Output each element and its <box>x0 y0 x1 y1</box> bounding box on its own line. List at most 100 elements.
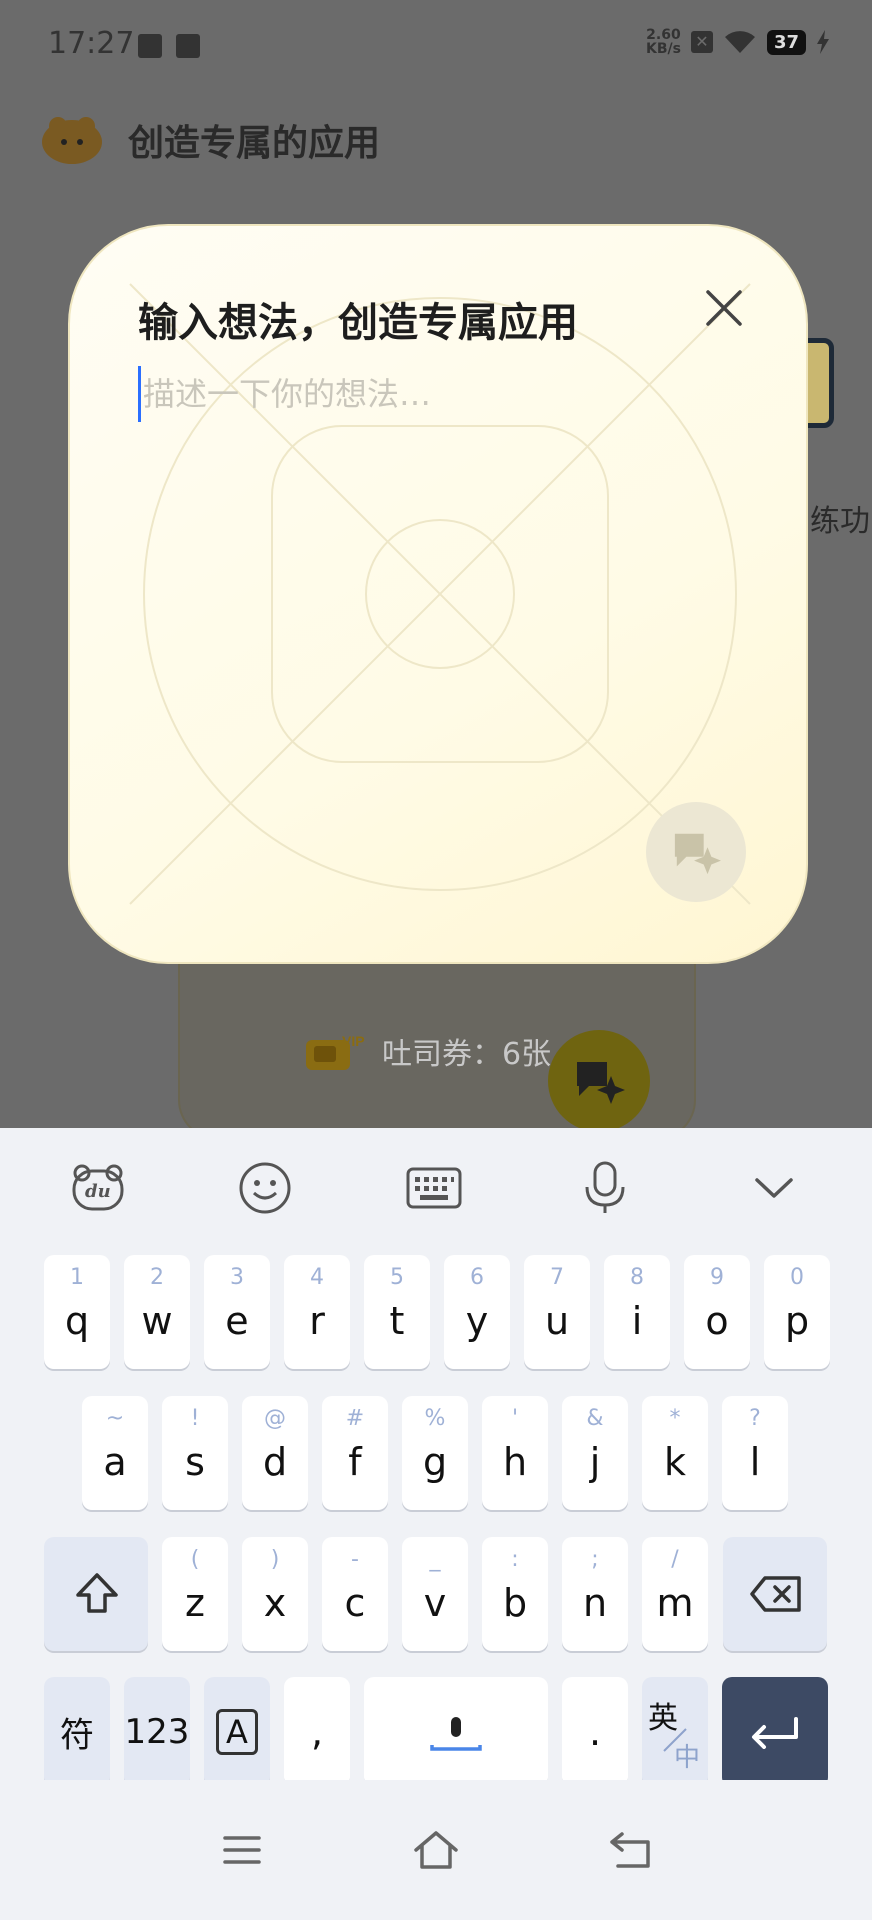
charging-icon <box>816 30 830 54</box>
back-nav-icon[interactable] <box>604 1824 656 1876</box>
key-hint: * <box>669 1406 681 1431</box>
key-f[interactable]: # f <box>322 1396 388 1510</box>
key-w[interactable]: 2w <box>124 1255 190 1369</box>
svg-text:VIP: VIP <box>342 1033 365 1049</box>
generate-button[interactable] <box>646 802 746 902</box>
key-label: a <box>103 1440 127 1484</box>
key-label: b <box>502 1581 528 1625</box>
key-hint: 3 <box>230 1265 244 1290</box>
home-nav-icon[interactable] <box>410 1824 462 1876</box>
key-p[interactable]: 0p <box>764 1255 830 1369</box>
toast-ticket-balance: VIP 吐司券：6张 <box>304 1028 551 1074</box>
key-hint: 9 <box>710 1265 724 1290</box>
key-hint: # <box>345 1406 365 1431</box>
caps-key[interactable]: A <box>204 1677 270 1787</box>
key-label: w <box>141 1299 173 1343</box>
key-g[interactable]: % g <box>402 1396 468 1510</box>
app-header: 创造专属的应用 <box>38 112 380 168</box>
key-e[interactable]: 3e <box>204 1255 270 1369</box>
key-j[interactable]: & j <box>562 1396 628 1510</box>
backspace-icon <box>750 1576 801 1612</box>
usb-icon <box>176 34 200 58</box>
symbol-key[interactable]: 符 <box>44 1677 110 1787</box>
ticket-count: 吐司券：6张 <box>382 1037 552 1072</box>
key-k[interactable]: * k <box>642 1396 708 1510</box>
key-q[interactable]: 1q <box>44 1255 110 1369</box>
key-b[interactable]: :b <box>482 1537 548 1651</box>
side-app-card-label[interactable]: 练功 <box>810 496 870 540</box>
key-label: s <box>185 1440 205 1484</box>
shift-key[interactable] <box>44 1537 148 1651</box>
key-n[interactable]: ; n <box>562 1537 628 1651</box>
voice-space-icon <box>430 1717 482 1751</box>
emoji-icon[interactable] <box>237 1160 293 1216</box>
key-hint: 0 <box>790 1265 804 1290</box>
key-t[interactable]: 5t <box>364 1255 430 1369</box>
dialog-title: 输入想法，创造专属应用 <box>138 300 578 346</box>
period-key[interactable]: . <box>562 1677 628 1787</box>
close-icon[interactable] <box>702 286 746 330</box>
key-h[interactable]: ' h <box>482 1396 548 1510</box>
key-hint: ~ <box>105 1406 125 1431</box>
collapse-keyboard-icon[interactable] <box>746 1160 802 1216</box>
key-v[interactable]: _ v <box>402 1537 468 1651</box>
key-hint: ( <box>190 1547 200 1572</box>
key-hint: & <box>586 1406 604 1431</box>
key-hint: ' <box>511 1406 519 1431</box>
backspace-key[interactable] <box>723 1537 827 1651</box>
slash-divider-icon <box>663 1728 687 1752</box>
key-d[interactable]: @ d <box>242 1396 308 1510</box>
page-title: 创造专属的应用 <box>128 123 381 164</box>
idea-input[interactable] <box>138 366 738 422</box>
comma-key[interactable]: , <box>284 1677 350 1787</box>
mascot-logo-icon <box>42 117 102 164</box>
key-s[interactable]: ! s <box>162 1396 228 1510</box>
sparkle-chat-icon <box>577 1062 625 1104</box>
key-i[interactable]: 8i <box>604 1255 670 1369</box>
numbers-key[interactable]: 123 <box>124 1677 190 1787</box>
key-label: q <box>64 1299 90 1343</box>
status-bar: 17:27 2.60 KB/s ✕ 37 <box>0 0 872 90</box>
key-a[interactable]: ~ a <box>82 1396 148 1510</box>
key-label: o <box>705 1299 729 1343</box>
mic-icon[interactable] <box>577 1160 633 1216</box>
key-u[interactable]: 7u <box>524 1255 590 1369</box>
key-c[interactable]: -c <box>322 1537 388 1651</box>
key-hint: 5 <box>390 1265 404 1290</box>
key-l[interactable]: ? l <box>722 1396 788 1510</box>
key-hint: % <box>424 1406 446 1431</box>
keyboard-toolbar: du <box>0 1128 872 1248</box>
key-hint: 7 <box>550 1265 564 1290</box>
create-fab-button[interactable] <box>548 1030 650 1132</box>
battery-level: 37 <box>766 29 806 55</box>
key-label: k <box>663 1440 686 1484</box>
create-app-dialog: 输入想法，创造专属应用 <box>68 224 808 964</box>
key-r[interactable]: 4r <box>284 1255 350 1369</box>
enter-icon <box>752 1717 798 1749</box>
space-key[interactable] <box>364 1677 548 1787</box>
sparkle-chat-icon <box>674 833 721 875</box>
key-hint: 8 <box>630 1265 644 1290</box>
key-label: l <box>749 1440 761 1484</box>
menu-nav-icon[interactable] <box>216 1824 268 1876</box>
language-switch-key[interactable]: 英 中 <box>642 1677 708 1787</box>
key-hint: _ <box>429 1547 441 1572</box>
key-label: e <box>225 1299 249 1343</box>
key-x[interactable]: ) x <box>242 1537 308 1651</box>
key-m[interactable]: / m <box>642 1537 708 1651</box>
key-z[interactable]: (z <box>162 1537 228 1651</box>
key-hint: ! <box>190 1406 200 1431</box>
key-y[interactable]: 6y <box>444 1255 510 1369</box>
keyboard-icon[interactable] <box>406 1160 462 1216</box>
key-label: i <box>631 1299 643 1343</box>
du-logo-icon[interactable]: du <box>70 1160 126 1216</box>
key-o[interactable]: 9o <box>684 1255 750 1369</box>
key-hint: ; <box>591 1547 599 1572</box>
key-hint: ? <box>749 1406 761 1431</box>
enter-key[interactable] <box>722 1677 828 1787</box>
key-label: t <box>389 1299 405 1343</box>
key-hint: @ <box>264 1406 286 1431</box>
key-label: f <box>348 1440 362 1484</box>
key-label: p <box>784 1299 810 1343</box>
key-label: n <box>582 1581 608 1625</box>
